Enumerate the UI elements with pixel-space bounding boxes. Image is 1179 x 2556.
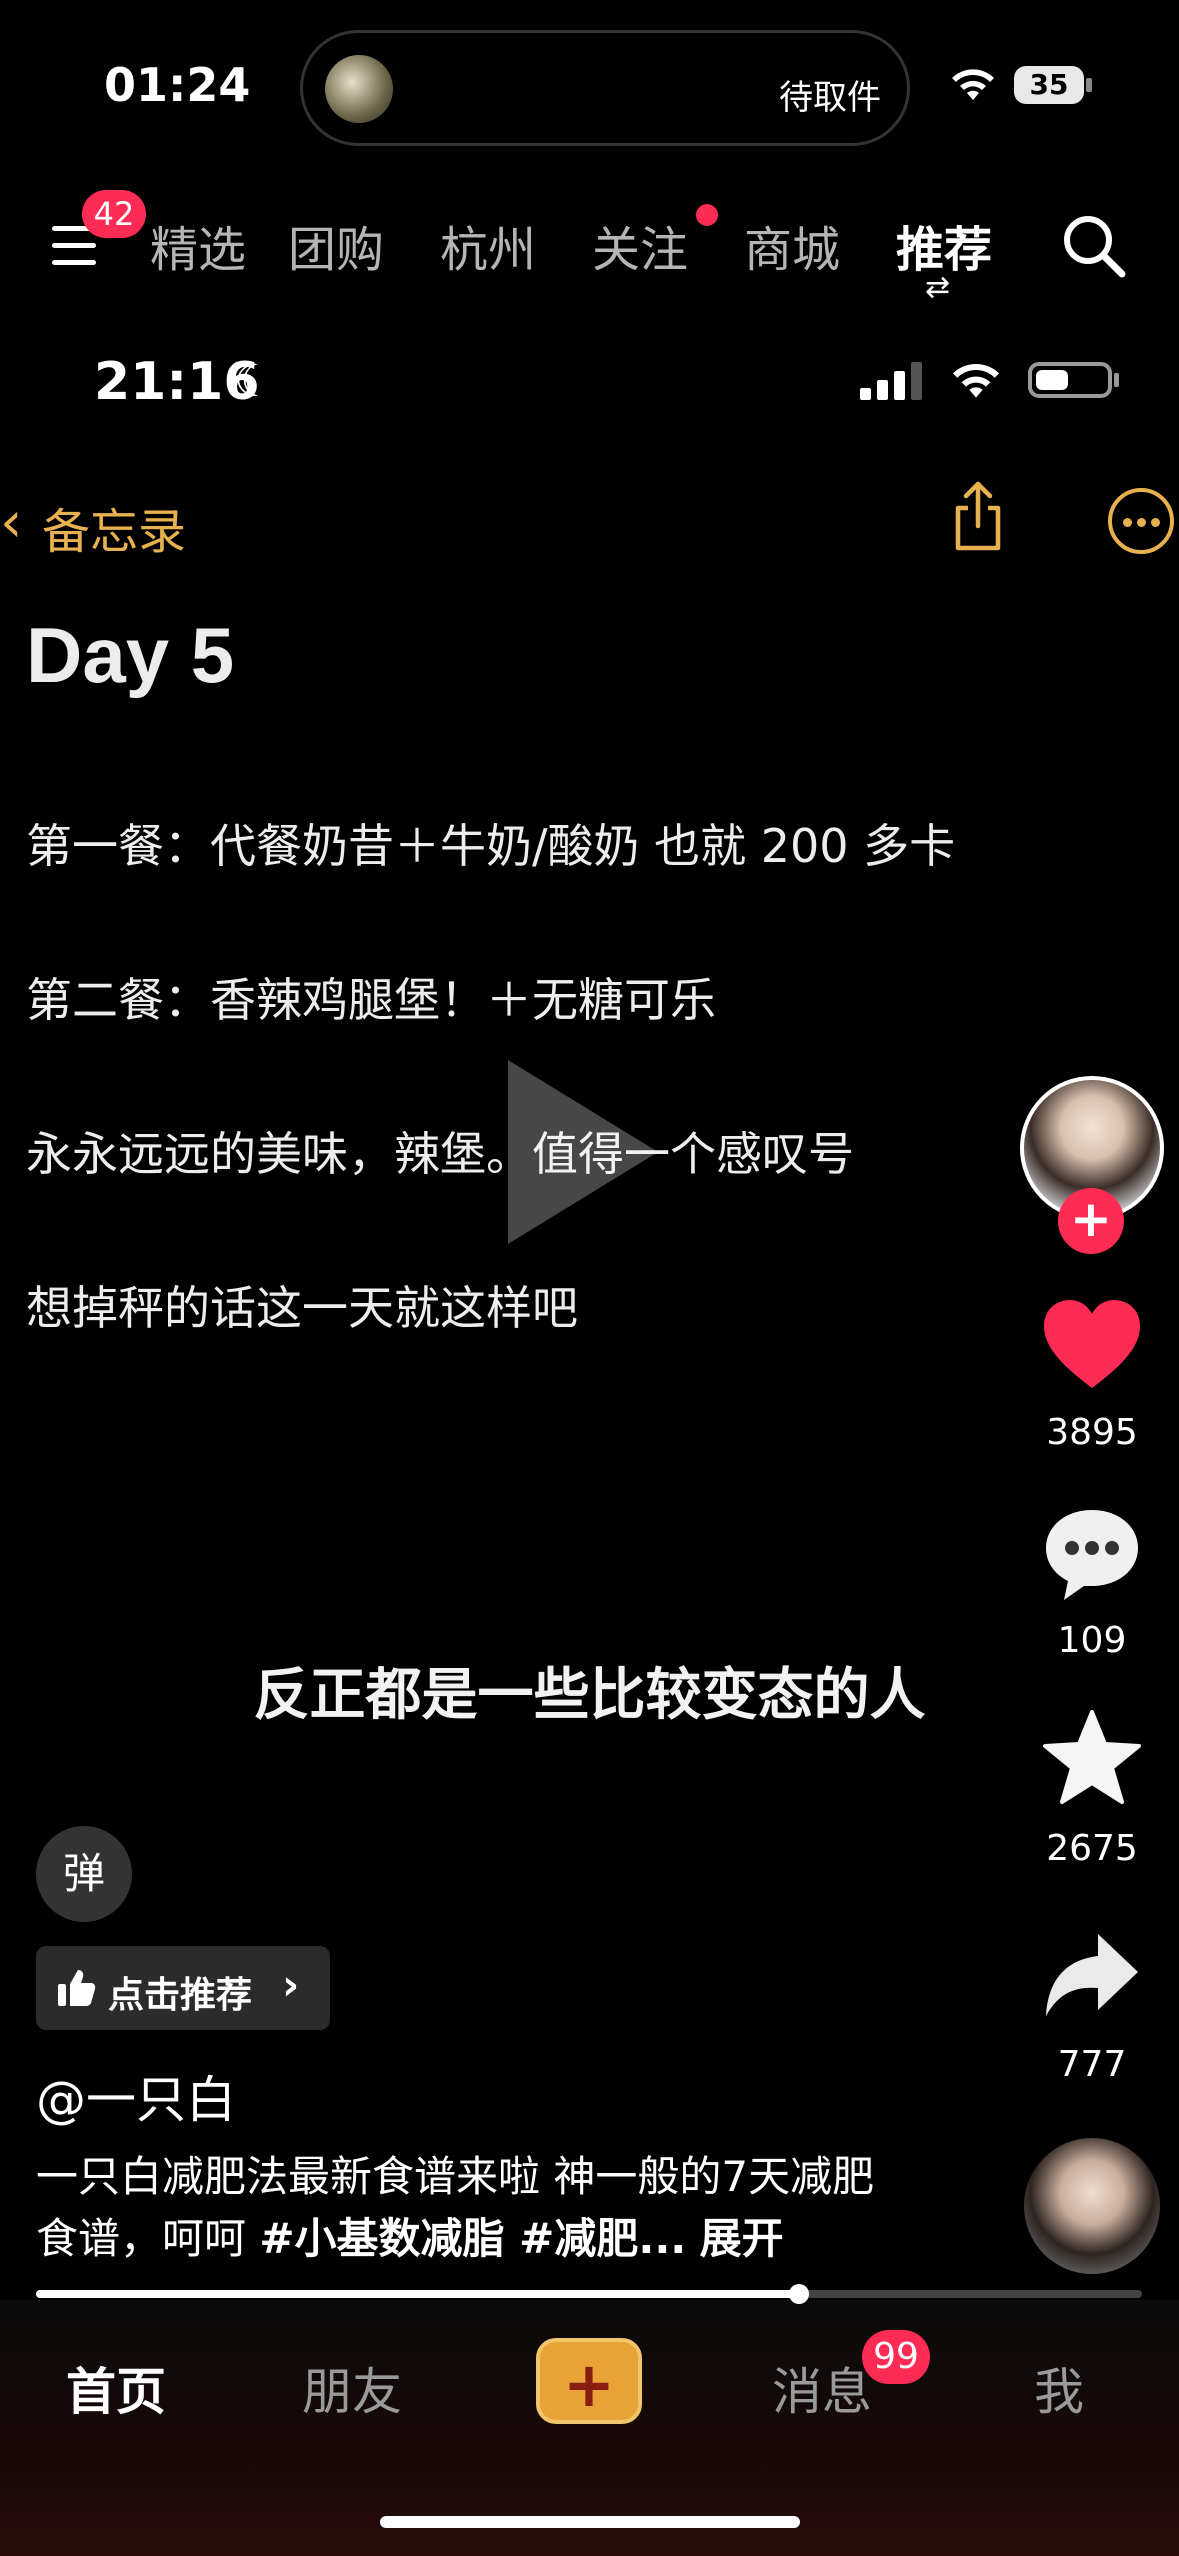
recommend-button[interactable]: 点击推荐 › — [36, 1946, 330, 2030]
moon-icon: ☾ — [234, 356, 274, 407]
tab-following[interactable]: 关注 — [592, 210, 688, 280]
following-dot — [696, 204, 718, 226]
author-name[interactable]: @一只白 — [36, 2060, 236, 2132]
thumbs-up-icon — [58, 1970, 96, 2006]
notes-more-icon — [1108, 488, 1174, 554]
wifi-icon — [952, 69, 994, 100]
note-line: 想掉秤的话这一天就这样吧 — [26, 1281, 578, 1335]
notes-share-icon — [955, 481, 1001, 551]
note-line: 第二餐：香辣鸡腿堡！＋无糖可乐 — [26, 973, 716, 1027]
video-progress-bar[interactable] — [36, 2284, 1142, 2304]
status-time: 01:24 — [104, 58, 251, 112]
notes-back-label: 备忘录 — [42, 504, 187, 560]
note-title: Day 5 — [26, 611, 235, 699]
create-button[interactable]: + — [536, 2338, 642, 2424]
comment-count: 109 — [1057, 1620, 1127, 1661]
island-thumbnail — [325, 55, 393, 123]
battery-icon: 35 — [1014, 66, 1084, 104]
home-indicator — [380, 2516, 800, 2528]
tab-mall[interactable]: 商城 — [744, 210, 840, 280]
share-count: 777 — [1057, 2044, 1127, 2085]
follow-button[interactable]: + — [1058, 1188, 1124, 1254]
video-subtitle: 反正都是一些比较变态的人 — [253, 1663, 926, 1728]
like-heart-icon[interactable] — [1040, 1296, 1144, 1392]
danmu-toggle-button[interactable]: 弹 — [36, 1826, 132, 1922]
progress-knob[interactable] — [789, 2284, 810, 2304]
island-text: 待取件 — [779, 78, 881, 118]
expand-link[interactable]: 展开 — [700, 2214, 784, 2263]
swap-icon[interactable]: ⇄ — [925, 270, 950, 305]
video-wifi-icon — [952, 363, 1000, 398]
comment-icon[interactable] — [1040, 1504, 1144, 1604]
video-caption[interactable]: 一只白减肥法最新食谱来啦 神一般的7天减肥食谱，呵呵 #小基数减脂 #减肥...… — [36, 2146, 916, 2270]
tab-messages[interactable]: 消息 — [772, 2352, 872, 2424]
dynamic-island[interactable]: 待取件 — [300, 30, 910, 146]
favorite-star-icon[interactable] — [1040, 1708, 1144, 1808]
chevron-right-icon: › — [282, 1960, 300, 2009]
recommend-label: 点击推荐 — [108, 1975, 253, 2016]
tab-friends[interactable]: 朋友 — [302, 2352, 402, 2424]
tab-group-buy[interactable]: 团购 — [288, 210, 384, 280]
plus-icon: + — [563, 2348, 615, 2421]
tab-me[interactable]: 我 — [1034, 2352, 1084, 2424]
tab-home[interactable]: 首页 — [66, 2352, 166, 2424]
search-icon[interactable] — [1060, 212, 1128, 280]
share-arrow-icon[interactable] — [1040, 1926, 1144, 2026]
battery-level — [1036, 370, 1068, 390]
like-count: 3895 — [1046, 1412, 1138, 1453]
note-line: 永永远远的美味，辣堡。值得一个感叹号 — [26, 1127, 854, 1181]
tab-city[interactable]: 杭州 — [440, 210, 536, 280]
note-line: 第一餐：代餐奶昔＋牛奶/酸奶 也就 200 多卡 — [26, 819, 956, 873]
menu-badge: 42 — [82, 190, 146, 238]
music-disc-avatar[interactable] — [1024, 2138, 1160, 2274]
video-battery-tip — [1114, 373, 1119, 387]
favorite-count: 2675 — [1046, 1828, 1138, 1869]
messages-badge: 99 — [862, 2330, 930, 2384]
play-icon[interactable] — [508, 1060, 658, 1244]
video-battery-icon — [1028, 362, 1112, 398]
cellular-signal-icon — [860, 362, 922, 400]
tab-featured[interactable]: 精选 — [150, 210, 246, 280]
caption-hashtags[interactable]: #小基数减脂 #减肥... — [259, 2214, 686, 2263]
battery-tip — [1086, 78, 1092, 92]
back-chevron-icon: ‹ — [0, 490, 23, 555]
progress-fill — [36, 2290, 800, 2298]
